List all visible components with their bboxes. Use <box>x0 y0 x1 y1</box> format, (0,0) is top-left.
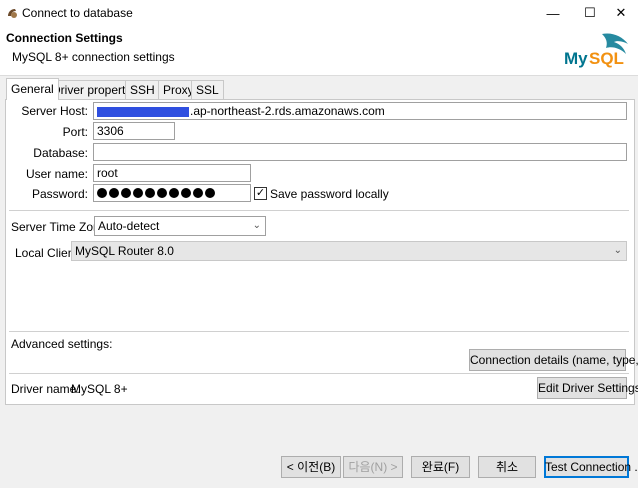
test-connection-button[interactable]: Test Connection ... <box>544 456 638 478</box>
back-button[interactable]: < 이전(B) <box>281 456 341 478</box>
password-dot <box>157 187 167 198</box>
server-host-label: Server Host: <box>21 104 88 118</box>
next-button[interactable]: 다음(N) > <box>343 456 403 478</box>
minimize-button[interactable]: — <box>536 0 570 26</box>
password-dot <box>169 187 179 198</box>
database-label: Database: <box>33 146 88 160</box>
password-dot <box>145 187 155 198</box>
edit-driver-settings-button[interactable]: Edit Driver Settings <box>537 377 638 399</box>
password-dot <box>205 187 215 198</box>
save-password-label: Save password locally <box>270 187 389 201</box>
save-password-checkbox[interactable]: ✓ <box>254 187 267 200</box>
close-icon: ✕ <box>615 5 627 20</box>
username-label: User name: <box>25 167 88 181</box>
page-subtitle: MySQL 8+ connection settings <box>12 50 175 64</box>
window-title: Connect to database <box>22 6 133 20</box>
port-input[interactable]: 3306 <box>93 122 175 140</box>
finish-button[interactable]: 완료(F) <box>411 456 470 478</box>
minimize-icon: — <box>546 5 560 21</box>
maximize-button[interactable]: ☐ <box>573 0 607 26</box>
page-title: Connection Settings <box>6 31 123 45</box>
maximize-icon: ☐ <box>584 5 596 20</box>
server-host-value: .ap-northeast-2.rds.amazonaws.com <box>190 104 385 118</box>
chevron-down-icon: ⌄ <box>613 245 622 256</box>
divider <box>9 210 629 211</box>
mysql-logo-text-my: My <box>564 49 588 68</box>
dbeaver-app-icon <box>5 6 19 20</box>
password-dot <box>97 187 107 198</box>
database-input[interactable] <box>93 143 627 161</box>
connection-details-button[interactable]: Connection details (name, type, ... ) <box>469 349 638 371</box>
local-client-select[interactable]: MySQL Router 8.0 ⌄ <box>71 241 627 261</box>
password-dot <box>109 187 119 198</box>
mysql-logo: My SQL <box>562 30 634 70</box>
timezone-value: Auto-detect <box>98 219 160 233</box>
password-label: Password: <box>31 187 88 201</box>
password-dot <box>193 187 203 198</box>
local-client-value: MySQL Router 8.0 <box>75 244 174 258</box>
password-dot <box>121 187 131 198</box>
redacted-region <box>97 106 189 117</box>
divider <box>9 373 629 374</box>
port-label: Port: <box>62 125 88 139</box>
username-input[interactable]: root <box>93 164 251 182</box>
chevron-down-icon: ⌄ <box>252 220 261 231</box>
tab-general[interactable]: General <box>6 78 59 100</box>
driver-name-value: MySQL 8+ <box>71 382 128 396</box>
advanced-settings-label: Advanced settings: <box>11 337 113 351</box>
divider <box>9 331 629 332</box>
tab-ssh[interactable]: SSH <box>125 80 160 99</box>
password-dot <box>181 187 191 198</box>
tab-ssl[interactable]: SSL <box>191 80 224 99</box>
password-input[interactable] <box>93 184 251 202</box>
server-host-input[interactable]: .ap-northeast-2.rds.amazonaws.com <box>93 102 627 120</box>
driver-name-label: Driver name: <box>11 382 80 396</box>
close-button[interactable]: ✕ <box>604 0 638 26</box>
password-dot <box>133 187 143 198</box>
cancel-button[interactable]: 취소 <box>478 456 536 478</box>
mysql-logo-text-sql: SQL <box>589 49 624 68</box>
password-mask <box>97 185 217 199</box>
timezone-select[interactable]: Auto-detect ⌄ <box>94 216 266 236</box>
